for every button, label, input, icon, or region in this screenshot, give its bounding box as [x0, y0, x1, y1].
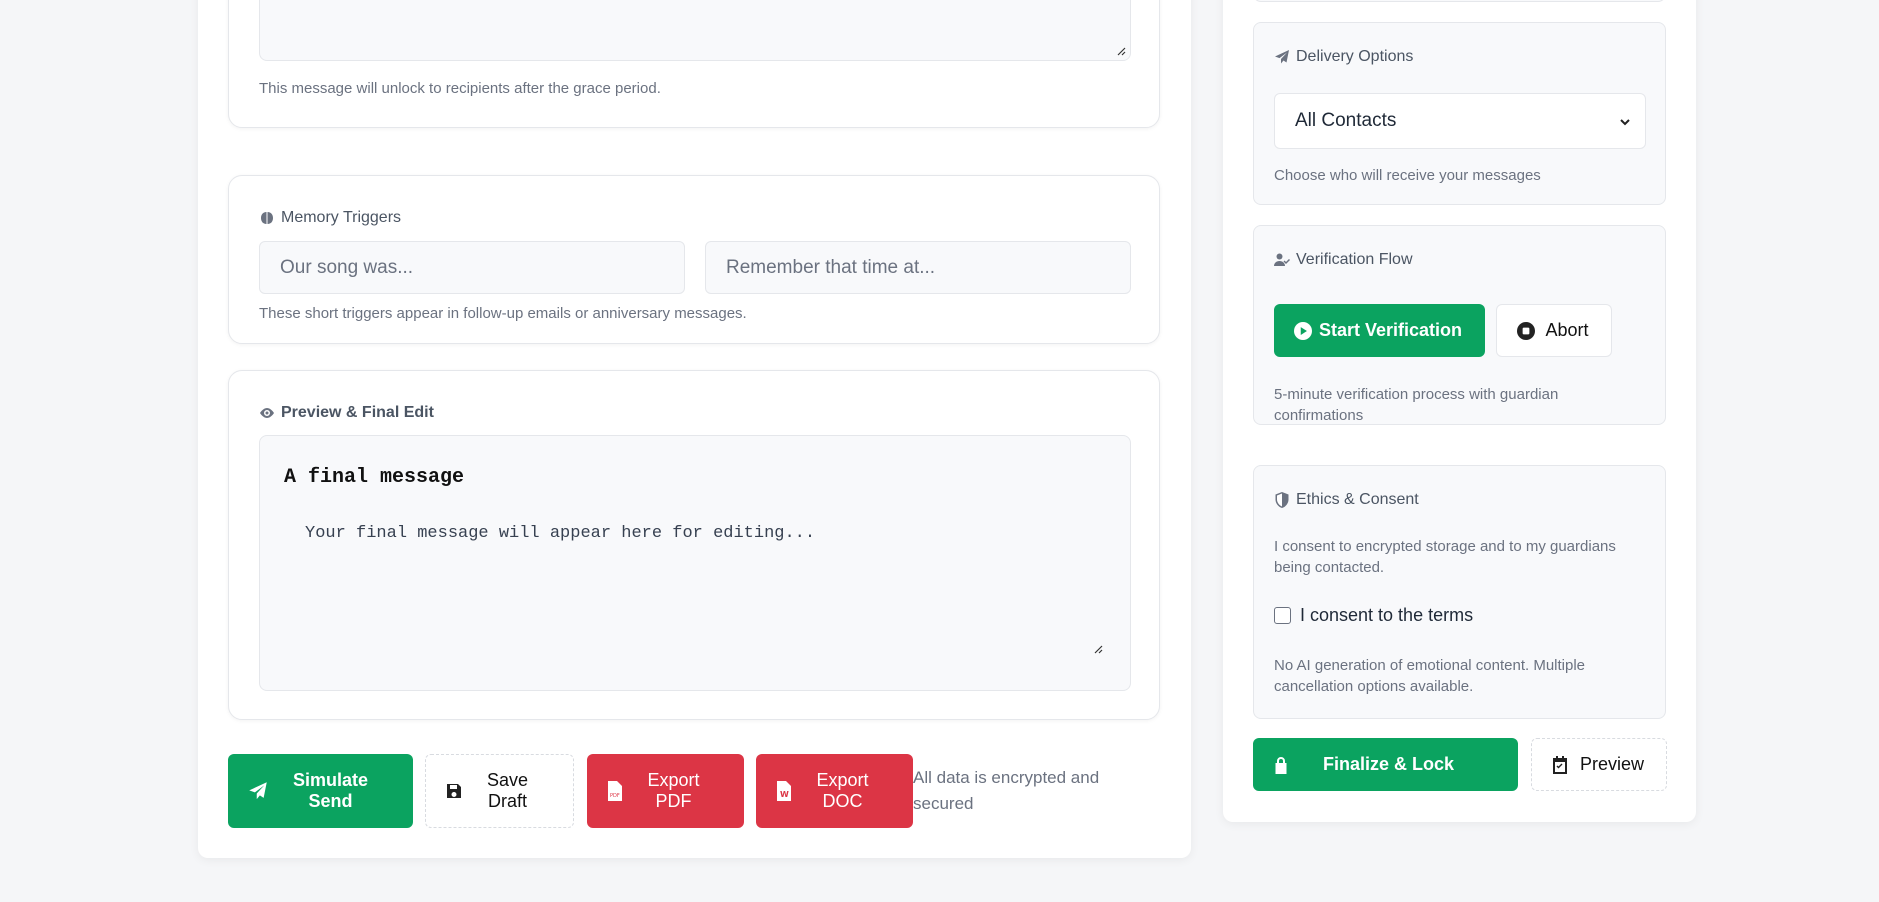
preview-editor[interactable]: A final message Your final message will …: [259, 435, 1131, 691]
resize-grip-icon[interactable]: [1117, 47, 1126, 56]
paper-plane-icon: [249, 782, 267, 800]
message-hint: This message will unlock to recipients a…: [259, 80, 661, 97]
preview-button[interactable]: Preview: [1531, 738, 1667, 791]
brain-icon: [261, 212, 273, 224]
delivery-options-card: Delivery Options All Contacts Choose who…: [1253, 22, 1666, 205]
save-icon: [447, 784, 461, 798]
save-draft-button[interactable]: Save Draft: [425, 754, 574, 828]
chevron-down-icon: [1620, 119, 1630, 126]
svg-text:PDF: PDF: [610, 793, 620, 799]
abort-button[interactable]: Abort: [1496, 304, 1612, 357]
preview-title: Preview & Final Edit: [259, 404, 434, 422]
ethics-note: No AI generation of emotional content. M…: [1274, 657, 1586, 695]
preview-body[interactable]: Your final message will appear here for …: [305, 524, 815, 543]
verification-flow-title: Verification Flow: [1274, 251, 1413, 269]
memory-triggers-title: Memory Triggers: [259, 209, 401, 227]
delivery-hint: Choose who will receive your messages: [1274, 167, 1541, 184]
play-circle-icon: [1294, 321, 1312, 340]
resize-grip-icon[interactable]: [1094, 645, 1103, 654]
delivery-select[interactable]: All Contacts: [1274, 93, 1646, 149]
memory-triggers-hint: These short triggers appear in follow-up…: [259, 305, 747, 322]
shield-icon: [1275, 492, 1289, 508]
eye-icon: [260, 408, 274, 418]
message-card: This message will unlock to recipients a…: [228, 0, 1160, 128]
consent-label[interactable]: I consent to the terms: [1300, 605, 1473, 626]
finalize-lock-button[interactable]: Finalize & Lock: [1253, 738, 1518, 791]
message-textarea[interactable]: [259, 0, 1131, 61]
simulate-send-button[interactable]: Simulate Send: [228, 754, 413, 828]
ethics-text: I consent to encrypted storage and to my…: [1274, 538, 1616, 576]
export-pdf-button[interactable]: PDF Export PDF: [587, 754, 744, 828]
side-panel: Delivery Options All Contacts Choose who…: [1223, 0, 1696, 822]
verification-hint: 5-minute verification process with guard…: [1274, 386, 1559, 424]
consent-checkbox[interactable]: [1274, 607, 1291, 624]
lock-icon: [1275, 756, 1287, 774]
calendar-check-icon: [1553, 755, 1567, 774]
ethics-consent-card: Ethics & Consent I consent to encrypted …: [1253, 465, 1666, 719]
main-panel: This message will unlock to recipients a…: [198, 0, 1191, 858]
consent-row[interactable]: I consent to the terms: [1274, 605, 1473, 626]
export-doc-button[interactable]: W Export DOC: [756, 754, 913, 828]
svg-text:W: W: [780, 790, 789, 799]
ethics-consent-title: Ethics & Consent: [1274, 491, 1419, 509]
preview-heading[interactable]: A final message: [284, 466, 464, 489]
pdf-file-icon: PDF: [608, 781, 622, 801]
memory-trigger-input-2[interactable]: Remember that time at...: [705, 241, 1131, 294]
security-note: All data is encrypted and secured: [913, 768, 1100, 813]
verification-flow-card: Verification Flow Start Verification Abo…: [1253, 225, 1666, 425]
word-file-icon: W: [777, 781, 791, 801]
paper-plane-icon: [1275, 50, 1289, 64]
delivery-options-title: Delivery Options: [1274, 48, 1413, 66]
preview-card: Preview & Final Edit A final message You…: [228, 370, 1160, 720]
memory-triggers-card: Memory Triggers Our song was... Remember…: [228, 175, 1160, 344]
user-check-icon: [1274, 253, 1290, 266]
memory-trigger-input-1[interactable]: Our song was...: [259, 241, 685, 294]
start-verification-button[interactable]: Start Verification: [1274, 304, 1485, 357]
stop-circle-icon: [1517, 321, 1535, 340]
previous-section-card: [1253, 0, 1666, 2]
